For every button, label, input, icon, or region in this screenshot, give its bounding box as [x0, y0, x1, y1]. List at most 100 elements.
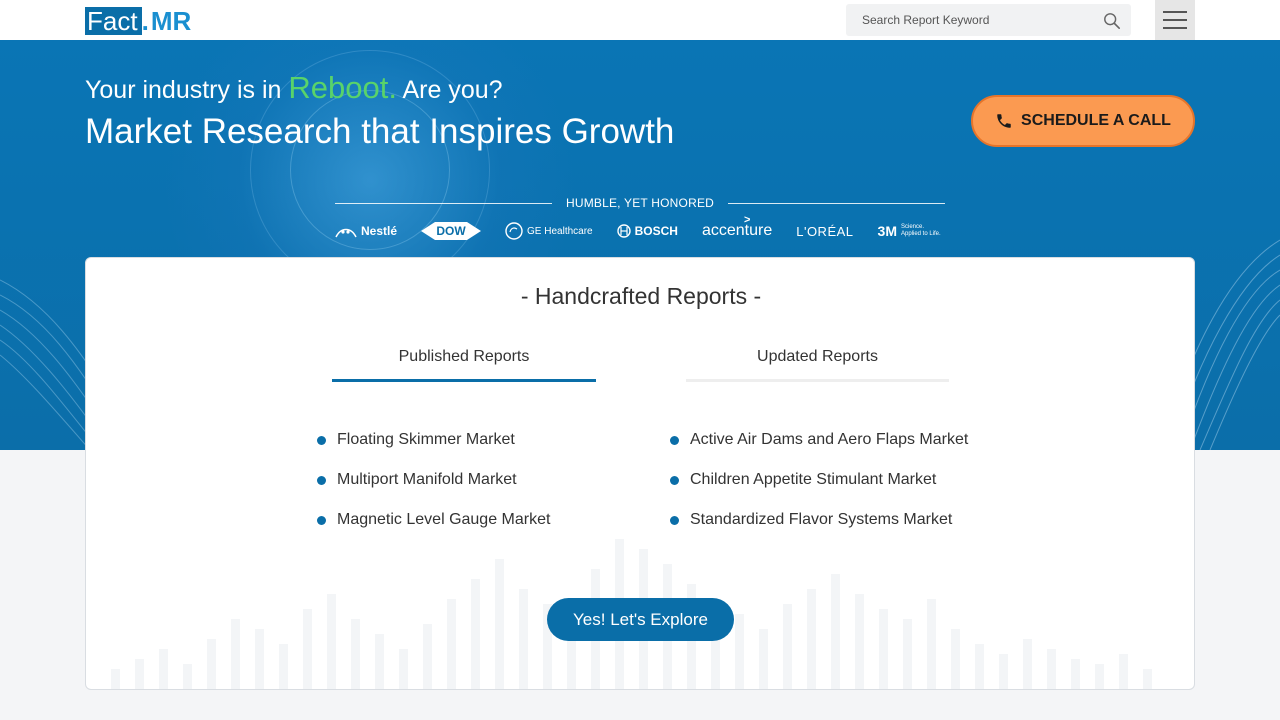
handcrafted-reports-card: - Handcrafted Reports - Published Report… — [85, 257, 1195, 690]
client-name: DOW — [436, 224, 466, 238]
dow-diamond-icon: DOW — [421, 220, 482, 242]
report-link[interactable]: Multiport Manifold Market — [337, 471, 517, 488]
bullet-dot — [670, 436, 679, 445]
bullet-dot — [670, 476, 679, 485]
watermark-bar — [135, 659, 144, 689]
search-icon[interactable] — [1103, 12, 1121, 30]
honored-divider: HUMBLE, YET HONORED — [335, 196, 945, 210]
client-logo-loreal: L'ORÉAL — [796, 224, 853, 239]
watermark-bar — [375, 634, 384, 689]
hamburger-bar — [1163, 11, 1187, 13]
bullet-dot — [317, 436, 326, 445]
hero-headline: Market Research that Inspires Growth — [85, 112, 675, 151]
watermark-bar — [855, 594, 864, 689]
watermark-bar — [735, 614, 744, 689]
client-tagline: Science. Applied to Life. — [900, 224, 941, 237]
list-item[interactable]: Children Appetite Stimulant Market — [670, 466, 968, 506]
report-link[interactable]: Floating Skimmer Market — [337, 431, 515, 448]
nestle-nest-icon — [335, 228, 357, 238]
client-name: GE Healthcare — [527, 225, 593, 237]
phone-icon — [997, 114, 1011, 128]
hamburger-bar — [1163, 19, 1187, 21]
watermark-bar — [759, 629, 768, 689]
schedule-call-button[interactable]: SCHEDULE A CALL — [971, 95, 1195, 147]
list-item[interactable]: Magnetic Level Gauge Market — [317, 506, 550, 546]
divider-line — [335, 202, 552, 204]
hamburger-menu-button[interactable] — [1155, 0, 1195, 40]
tab-label: Published Reports — [398, 348, 530, 365]
client-logo-accenture: > accenture — [701, 214, 773, 240]
hero-tagline: Your industry is in Reboot. Are you? — [85, 70, 503, 106]
list-item[interactable]: Multiport Manifold Market — [317, 466, 550, 506]
logo-dot-text: . — [141, 6, 149, 36]
watermark-bar — [495, 559, 504, 689]
watermark-bar — [1047, 649, 1056, 689]
watermark-bar — [447, 599, 456, 689]
tab-updated-reports[interactable]: Updated Reports — [686, 346, 949, 382]
logo-mr-text: MR — [150, 6, 192, 36]
reports-section-title: - Handcrafted Reports - — [520, 283, 762, 309]
watermark-bar — [879, 609, 888, 689]
schedule-call-label: SCHEDULE A CALL — [1021, 112, 1171, 129]
list-item[interactable]: Floating Skimmer Market — [317, 426, 550, 466]
watermark-bar — [903, 619, 912, 689]
watermark-bar — [159, 649, 168, 689]
client-logo-bosch: BOSCH — [616, 224, 678, 238]
report-link[interactable]: Children Appetite Stimulant Market — [690, 471, 936, 488]
tab-published-reports[interactable]: Published Reports — [332, 346, 596, 382]
report-link[interactable]: Active Air Dams and Aero Flaps Market — [690, 431, 968, 448]
bullet-dot — [670, 516, 679, 525]
bosch-armature-icon — [616, 224, 631, 238]
explore-button[interactable]: Yes! Let's Explore — [547, 598, 734, 641]
tagline-highlight: Reboot. — [288, 70, 397, 105]
search-input[interactable] — [862, 13, 1092, 27]
watermark-bar — [471, 579, 480, 689]
ge-monogram-icon — [505, 222, 523, 240]
watermark-bar — [111, 669, 120, 689]
client-logos: Nestlé DOW GE Healthcare BOSCH > accentu… — [335, 214, 945, 244]
watermark-bar — [519, 589, 528, 689]
report-link[interactable]: Magnetic Level Gauge Market — [337, 511, 550, 528]
tab-active-indicator — [332, 379, 596, 382]
client-logo-nestle: Nestlé — [335, 223, 397, 239]
watermark-bar — [1071, 659, 1080, 689]
bullet-dot — [317, 516, 326, 525]
client-name: Nestlé — [361, 224, 398, 238]
accenture-chevron-icon: > — [743, 214, 751, 226]
list-item[interactable]: Active Air Dams and Aero Flaps Market — [670, 426, 968, 466]
watermark-bar — [351, 619, 360, 689]
watermark-bar — [999, 654, 1008, 689]
top-header: Fact . MR — [0, 0, 1280, 40]
watermark-bar — [327, 594, 336, 689]
client-name: L'ORÉAL — [796, 223, 854, 239]
watermark-bar — [783, 604, 792, 689]
watermark-bar — [399, 649, 408, 689]
search-box — [846, 4, 1131, 36]
honored-label: HUMBLE, YET HONORED — [565, 196, 715, 210]
watermark-bar — [279, 644, 288, 689]
list-item[interactable]: Standardized Flavor Systems Market — [670, 506, 968, 546]
divider-line — [728, 202, 945, 204]
tab-label: Updated Reports — [757, 348, 878, 365]
factmr-logo[interactable]: Fact . MR — [85, 7, 191, 35]
report-link[interactable]: Standardized Flavor Systems Market — [690, 511, 952, 528]
watermark-bar — [807, 589, 816, 689]
watermark-bar — [975, 644, 984, 689]
watermark-bar — [183, 664, 192, 689]
bullet-dot — [317, 476, 326, 485]
watermark-bar — [255, 629, 264, 689]
watermark-bar — [207, 639, 216, 689]
logo-fact-text: Fact — [85, 7, 142, 35]
watermark-bar — [303, 609, 312, 689]
client-name: 3M — [877, 223, 897, 239]
watermark-bar — [951, 629, 960, 689]
watermark-bar — [231, 619, 240, 689]
tagline-text: Are you? — [396, 76, 503, 104]
watermark-bar — [831, 574, 840, 689]
watermark-bar — [927, 599, 936, 689]
published-reports-list: Floating Skimmer Market Multiport Manifo… — [317, 426, 550, 546]
watermark-bar — [1023, 639, 1032, 689]
client-logo-ge-healthcare: GE Healthcare — [505, 222, 593, 240]
client-logo-dow: DOW — [421, 220, 482, 242]
client-name: accenture — [701, 222, 773, 239]
